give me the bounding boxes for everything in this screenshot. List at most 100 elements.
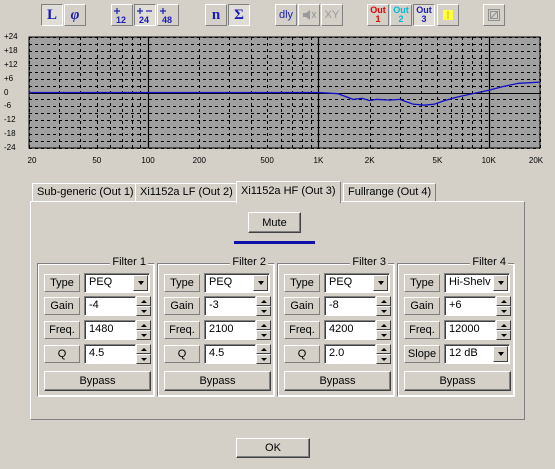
chevron-down-icon <box>257 281 264 285</box>
resolution-24-button[interactable]: 24 <box>134 4 156 26</box>
gain-up-button[interactable] <box>496 296 511 306</box>
xy-label: XY <box>324 8 340 21</box>
freq-spinner[interactable] <box>496 320 511 340</box>
bypass-label: Bypass <box>199 375 236 387</box>
q-down-button[interactable] <box>376 354 391 364</box>
type-value: Hi-Shelv <box>449 276 491 288</box>
type-label: Type <box>284 274 320 292</box>
freq-up-button[interactable] <box>496 320 511 330</box>
gain-spinner[interactable] <box>136 296 151 316</box>
gain-input[interactable]: -3 <box>204 296 256 316</box>
freq-input[interactable]: 1480 <box>84 320 136 340</box>
q-down-button[interactable] <box>136 354 151 364</box>
freq-down-button[interactable] <box>256 330 271 340</box>
sum-button[interactable]: Σ <box>228 4 250 26</box>
bypass-button[interactable]: Bypass <box>284 371 391 391</box>
freq-down-button[interactable] <box>136 330 151 340</box>
y-tick-label: +6 <box>4 73 14 83</box>
freq-down-button[interactable] <box>376 330 391 340</box>
marker-button[interactable] <box>437 4 459 26</box>
frequency-response-chart[interactable]: +24 +18 +12 +6 0 -6 -12 -18 -24 20 50 100 200 500 1K 2… <box>0 32 555 168</box>
freq-up-button[interactable] <box>136 320 151 330</box>
gain-down-button[interactable] <box>136 306 151 316</box>
gain-up-button[interactable] <box>136 296 151 306</box>
type-dropdown-button[interactable] <box>373 275 388 291</box>
freq-input[interactable]: 4200 <box>324 320 376 340</box>
q-spinner[interactable] <box>256 344 271 364</box>
tab-out-2[interactable]: Xi1152a LF (Out 2) <box>135 183 238 201</box>
x-tick-label: 2K <box>364 156 375 165</box>
gain-label: Gain <box>284 297 320 315</box>
out-3-button[interactable]: Out 3 <box>413 4 435 26</box>
type-dropdown-button[interactable] <box>493 275 508 291</box>
gain-spinner[interactable] <box>376 296 391 316</box>
type-dropdown-button[interactable] <box>253 275 268 291</box>
q-input[interactable]: 2.0 <box>324 344 376 364</box>
freq-down-button[interactable] <box>496 330 511 340</box>
copy-button[interactable] <box>483 4 505 26</box>
gain-input[interactable]: -4 <box>84 296 136 316</box>
mute-label: Mute <box>262 216 287 229</box>
q-down-button[interactable] <box>256 354 271 364</box>
mute-button[interactable]: Mute <box>248 212 301 233</box>
tab-out-1[interactable]: Sub-generic (Out 1) <box>32 183 139 201</box>
type-select[interactable]: Hi-Shelv <box>444 273 510 293</box>
speaker-mute-button[interactable] <box>298 4 320 26</box>
out-1-button[interactable]: Out 1 <box>367 4 389 26</box>
q-spinner[interactable] <box>136 344 151 364</box>
type-select[interactable]: PEQ <box>204 273 270 293</box>
freq-up-button[interactable] <box>376 320 391 330</box>
gain-down-button[interactable] <box>496 306 511 316</box>
resolution-12-button[interactable]: 12 <box>111 4 133 26</box>
y-tick-label: -18 <box>4 129 16 139</box>
xy-button[interactable]: XY <box>321 4 343 26</box>
q-label: Q <box>44 345 80 363</box>
toolbar: L φ 12 24 48 n Σ dly XY Out 1 Out 2 Out … <box>0 0 555 32</box>
delay-button[interactable]: dly <box>275 4 297 26</box>
n-button[interactable]: n <box>205 4 227 26</box>
type-select[interactable]: PEQ <box>84 273 150 293</box>
gain-spinner[interactable] <box>256 296 271 316</box>
gain-down-button[interactable] <box>376 306 391 316</box>
resolution-48-button[interactable]: 48 <box>157 4 179 26</box>
q-input[interactable]: 4.5 <box>84 344 136 364</box>
slope-dropdown-button[interactable] <box>493 346 508 362</box>
type-value: PEQ <box>329 276 353 288</box>
q-up-button[interactable] <box>136 344 151 354</box>
gain-up-button[interactable] <box>376 296 391 306</box>
bypass-button[interactable]: Bypass <box>44 371 151 391</box>
phase-label: φ <box>70 6 80 23</box>
freq-spinner[interactable] <box>136 320 151 340</box>
q-input[interactable]: 4.5 <box>204 344 256 364</box>
linear-scale-label: L <box>46 6 57 23</box>
ok-button[interactable]: OK <box>236 438 310 458</box>
gain-input[interactable]: -8 <box>324 296 376 316</box>
freq-up-button[interactable] <box>256 320 271 330</box>
freq-input[interactable]: 12000 <box>444 320 496 340</box>
tab-out-3[interactable]: Xi1152a HF (Out 3) <box>236 181 341 203</box>
freq-label: Freq. <box>404 321 440 339</box>
arrow-down-icon <box>140 357 147 361</box>
type-select[interactable]: PEQ <box>324 273 390 293</box>
gain-input[interactable]: +6 <box>444 296 496 316</box>
linear-scale-button[interactable]: L <box>41 4 63 26</box>
bypass-button[interactable]: Bypass <box>164 371 271 391</box>
bypass-button[interactable]: Bypass <box>404 371 511 391</box>
freq-spinner[interactable] <box>376 320 391 340</box>
gain-spinner[interactable] <box>496 296 511 316</box>
arrow-down-icon <box>140 333 147 337</box>
freq-label: Freq. <box>44 321 80 339</box>
tab-out-4[interactable]: Fullrange (Out 4) <box>343 183 437 201</box>
phase-button[interactable]: φ <box>64 4 86 26</box>
freq-spinner[interactable] <box>256 320 271 340</box>
q-up-button[interactable] <box>256 344 271 354</box>
q-up-button[interactable] <box>376 344 391 354</box>
out-2-button[interactable]: Out 2 <box>390 4 412 26</box>
gain-down-button[interactable] <box>256 306 271 316</box>
tab-out-1-label: Sub-generic (Out 1) <box>37 186 134 198</box>
freq-input[interactable]: 2100 <box>204 320 256 340</box>
gain-up-button[interactable] <box>256 296 271 306</box>
slope-select[interactable]: 12 dB <box>444 344 510 364</box>
type-dropdown-button[interactable] <box>133 275 148 291</box>
q-spinner[interactable] <box>376 344 391 364</box>
